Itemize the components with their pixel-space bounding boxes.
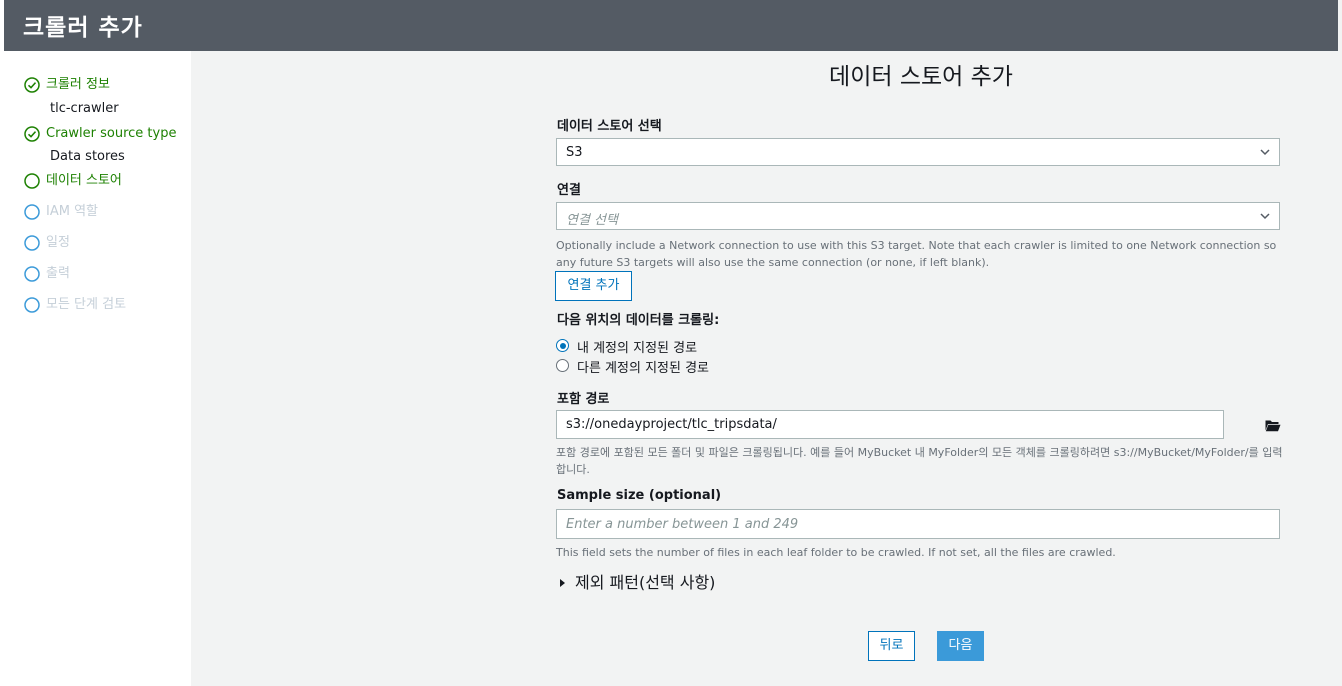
page-header: 크롤러 추가 [4,0,1338,51]
main-content: 데이터 스토어 추가 데이터 스토어 선택 S3 연결 연결 선택 Option… [191,51,1338,686]
step-label: 출력 [46,266,70,281]
include-path-label: 포함 경로 [557,392,610,407]
include-path-help-text: 포함 경로에 포함된 모든 폴더 및 파일은 크롤링됩니다. 예를 들어 MyB… [556,446,1283,476]
sample-size-label: Sample size (optional) [557,488,722,503]
sample-size-help-text: This field sets the number of files in e… [556,546,1116,559]
connection-help-text: Optionally include a Network connection … [556,239,1277,269]
circle-icon [24,173,40,189]
check-circle-icon [24,77,40,93]
step-label: 크롤러 정보 [46,77,110,92]
step-label: IAM 역할 [46,204,98,219]
step-label: 데이터 스토어 [46,173,122,188]
chevron-down-icon [1260,213,1270,220]
circle-icon [24,297,40,313]
include-path-input[interactable]: s3://onedayproject/tlc_tripsdata/ [556,410,1224,439]
radio-label: 내 계정의 지정된 경로 [577,341,698,356]
circle-icon [24,266,40,282]
step-crawler-info-value: tlc-crawler [50,101,119,116]
step-label: 일정 [46,235,70,250]
connection-select[interactable]: 연결 선택 [556,202,1280,230]
sample-size-input[interactable]: Enter a number between 1 and 249 [556,509,1280,539]
caret-right-icon [560,578,565,587]
crawl-location-label: 다음 위치의 데이터를 크롤링: [557,313,720,328]
radio-button-selected[interactable] [556,339,569,352]
next-button[interactable]: 다음 [937,631,984,661]
circle-icon [24,204,40,220]
add-connection-button[interactable]: 연결 추가 [555,271,632,301]
datastore-select-value: S3 [566,145,583,160]
connection-select-placeholder: 연결 선택 [566,213,618,228]
exclude-patterns-expander[interactable]: 제외 패턴(선택 사항) [560,569,715,593]
page-header-title: 크롤러 추가 [23,15,143,41]
back-button[interactable]: 뒤로 [868,631,915,661]
page-title: 데이터 스토어 추가 [829,64,1013,90]
datastore-select[interactable]: S3 [556,138,1280,166]
radio-button[interactable] [556,359,569,372]
sample-size-placeholder: Enter a number between 1 and 249 [566,517,799,532]
check-circle-icon [24,126,40,142]
include-path-value: s3://onedayproject/tlc_tripsdata/ [566,417,777,432]
circle-icon [24,235,40,251]
step-source-type-value: Data stores [50,149,125,164]
chevron-down-icon [1260,149,1270,156]
folder-open-icon[interactable] [1265,419,1281,432]
connection-label: 연결 [557,183,581,198]
radio-label: 다른 계정의 지정된 경로 [577,361,709,376]
wizard-steps-sidebar: 크롤러 정보 tlc-crawler Crawler source type D… [4,51,191,686]
step-label: Crawler source type [46,126,177,141]
exclude-patterns-label: 제외 패턴(선택 사항) [575,573,716,592]
step-label: 모든 단계 검토 [46,297,127,312]
datastore-label: 데이터 스토어 선택 [557,119,662,134]
